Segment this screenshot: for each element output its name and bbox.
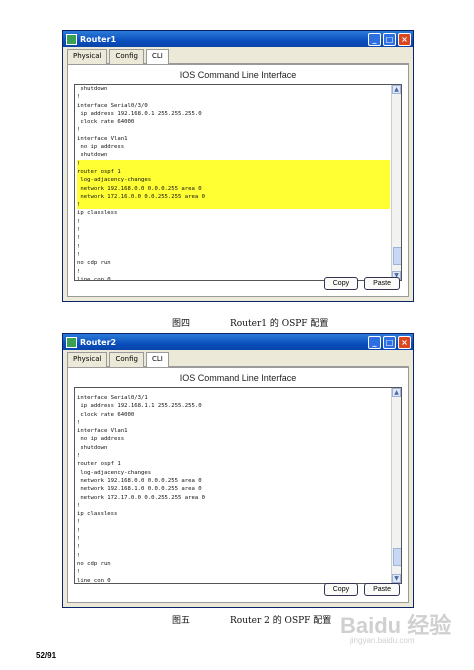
- vertical-scrollbar[interactable]: ▲ ▼: [391, 388, 401, 583]
- cli-panel: IOS Command Line Interface shutdown! inte…: [67, 64, 409, 297]
- router2-window: Router2 _ □ × Physical Config CLI IOS Co…: [62, 333, 414, 608]
- minimize-icon[interactable]: _: [368, 32, 381, 46]
- caption-label: 图五: [172, 616, 191, 626]
- scroll-down-icon[interactable]: ▼: [392, 574, 401, 583]
- cli-terminal[interactable]: shutdown! interface Serial0/3/0 ip addres…: [74, 84, 402, 281]
- caption-label: 图四: [172, 319, 191, 329]
- terminal-line: network 192.168.0.0 0.0.0.255 area 0: [77, 184, 390, 193]
- window-title: Router1: [80, 34, 117, 44]
- cli-heading: IOS Command Line Interface: [179, 70, 297, 80]
- scroll-up-icon[interactable]: ▲: [392, 388, 401, 397]
- router-app-icon: [66, 33, 77, 45]
- terminal-line: clock rate 64000: [77, 119, 135, 126]
- tab-bar: Physical Config CLI: [67, 352, 409, 367]
- terminal-line: !: [77, 243, 81, 250]
- tab-bar: Physical Config CLI: [67, 49, 409, 64]
- terminal-line: log-adjacency-changes: [77, 469, 152, 476]
- copy-button[interactable]: Copy: [323, 583, 359, 596]
- terminal-line: !: [77, 218, 81, 225]
- maximize-icon[interactable]: □: [383, 335, 396, 349]
- terminal-line: ip address 192.168.1.1 255.255.255.0: [77, 403, 202, 410]
- figure-caption-4: 图四 Router1 的 OSPF 配置: [172, 316, 328, 329]
- terminal-line: !: [77, 519, 81, 526]
- tab-physical[interactable]: Physical: [67, 352, 108, 367]
- close-icon[interactable]: ×: [398, 32, 411, 46]
- paste-button[interactable]: Paste: [364, 583, 400, 596]
- caption-text: Router1 的 OSPF 配置: [230, 319, 329, 329]
- terminal-lines: shutdown! interface Serial0/3/0 ip addres…: [75, 85, 401, 280]
- terminal-line: interface Serial0/3/0: [77, 102, 148, 109]
- copy-button[interactable]: Copy: [323, 277, 359, 290]
- terminal-line: ip address 192.168.0.1 255.255.255.0: [77, 110, 202, 117]
- terminal-line: !: [77, 251, 81, 258]
- terminal-line: router ospf 1: [77, 167, 390, 177]
- terminal-line: no ip address: [77, 436, 125, 443]
- titlebar: Router2 _ □ ×: [63, 334, 413, 350]
- terminal-line: ip classless: [77, 210, 118, 217]
- paste-button[interactable]: Paste: [364, 277, 400, 290]
- page-number: 52/91: [36, 651, 57, 660]
- terminal-lines: interface Serial0/3/1 ip address 192.168…: [75, 388, 401, 583]
- maximize-icon[interactable]: □: [383, 32, 396, 46]
- terminal-line: log-adjacency-changes: [77, 176, 390, 185]
- terminal-line: router ospf 1: [77, 461, 121, 468]
- scroll-thumb[interactable]: [393, 548, 401, 566]
- terminal-line: network 192.168.0.0 0.0.0.255 area 0: [77, 477, 202, 484]
- terminal-line: !: [77, 536, 81, 543]
- tab-cli[interactable]: CLI: [145, 49, 169, 64]
- terminal-line: !: [77, 227, 81, 234]
- tab-config[interactable]: Config: [109, 49, 144, 64]
- terminal-line: ip classless: [77, 511, 118, 518]
- vertical-scrollbar[interactable]: ▲ ▼: [391, 85, 401, 280]
- router1-window: Router1 _ □ × Physical Config CLI IOS Co…: [62, 30, 414, 302]
- terminal-line: !: [77, 419, 81, 426]
- terminal-line: no cdp run: [77, 260, 111, 267]
- scroll-thumb[interactable]: [393, 247, 401, 265]
- button-row: Copy Paste: [318, 277, 400, 290]
- tab-cli[interactable]: CLI: [145, 352, 169, 367]
- figure-caption-5: 图五 Router 2 的 OSPF 配置: [172, 613, 331, 626]
- terminal-line: network 192.168.1.0 0.0.0.255 area 0: [77, 486, 202, 493]
- terminal-line: shutdown: [77, 444, 108, 451]
- terminal-line: !: [77, 94, 81, 101]
- terminal-line: clock rate 64000: [77, 411, 135, 418]
- watermark-url: jingyan.baidu.com: [350, 636, 415, 645]
- terminal-line: !: [77, 268, 81, 275]
- minimize-icon[interactable]: _: [368, 335, 381, 349]
- cli-panel: IOS Command Line Interface interface Ser…: [67, 367, 409, 603]
- button-row: Copy Paste: [318, 583, 400, 596]
- router-app-icon: [66, 336, 77, 348]
- terminal-line: network 172.16.0.0 0.0.255.255 area 0: [77, 192, 390, 202]
- terminal-line: !: [77, 235, 81, 242]
- terminal-line: !: [77, 569, 81, 576]
- scroll-up-icon[interactable]: ▲: [392, 85, 401, 94]
- terminal-line: !: [77, 453, 81, 460]
- terminal-line: !: [77, 527, 81, 534]
- cli-heading: IOS Command Line Interface: [179, 373, 297, 383]
- terminal-line: !: [77, 502, 81, 509]
- terminal-line: interface Vlan1: [77, 135, 128, 142]
- cli-terminal[interactable]: interface Serial0/3/1 ip address 192.168…: [74, 387, 402, 584]
- terminal-line: interface Serial0/3/1: [77, 395, 148, 401]
- close-icon[interactable]: ×: [398, 335, 411, 349]
- terminal-line: !: [77, 552, 81, 559]
- tab-config[interactable]: Config: [109, 352, 144, 367]
- window-title: Router2: [80, 337, 117, 347]
- terminal-line: shutdown: [77, 86, 108, 92]
- terminal-line: no cdp run: [77, 560, 111, 567]
- terminal-line: !: [77, 544, 81, 551]
- terminal-line: shutdown: [77, 152, 108, 159]
- titlebar: Router1 _ □ ×: [63, 31, 413, 47]
- terminal-line: !: [77, 127, 81, 134]
- caption-text: Router 2 的 OSPF 配置: [230, 616, 332, 626]
- terminal-line: !: [77, 201, 390, 210]
- terminal-line: interface Vlan1: [77, 428, 128, 435]
- terminal-line: network 172.17.0.0 0.0.255.255 area 0: [77, 494, 205, 501]
- tab-physical[interactable]: Physical: [67, 49, 108, 64]
- terminal-line: !: [77, 159, 390, 168]
- terminal-line: no ip address: [77, 144, 125, 151]
